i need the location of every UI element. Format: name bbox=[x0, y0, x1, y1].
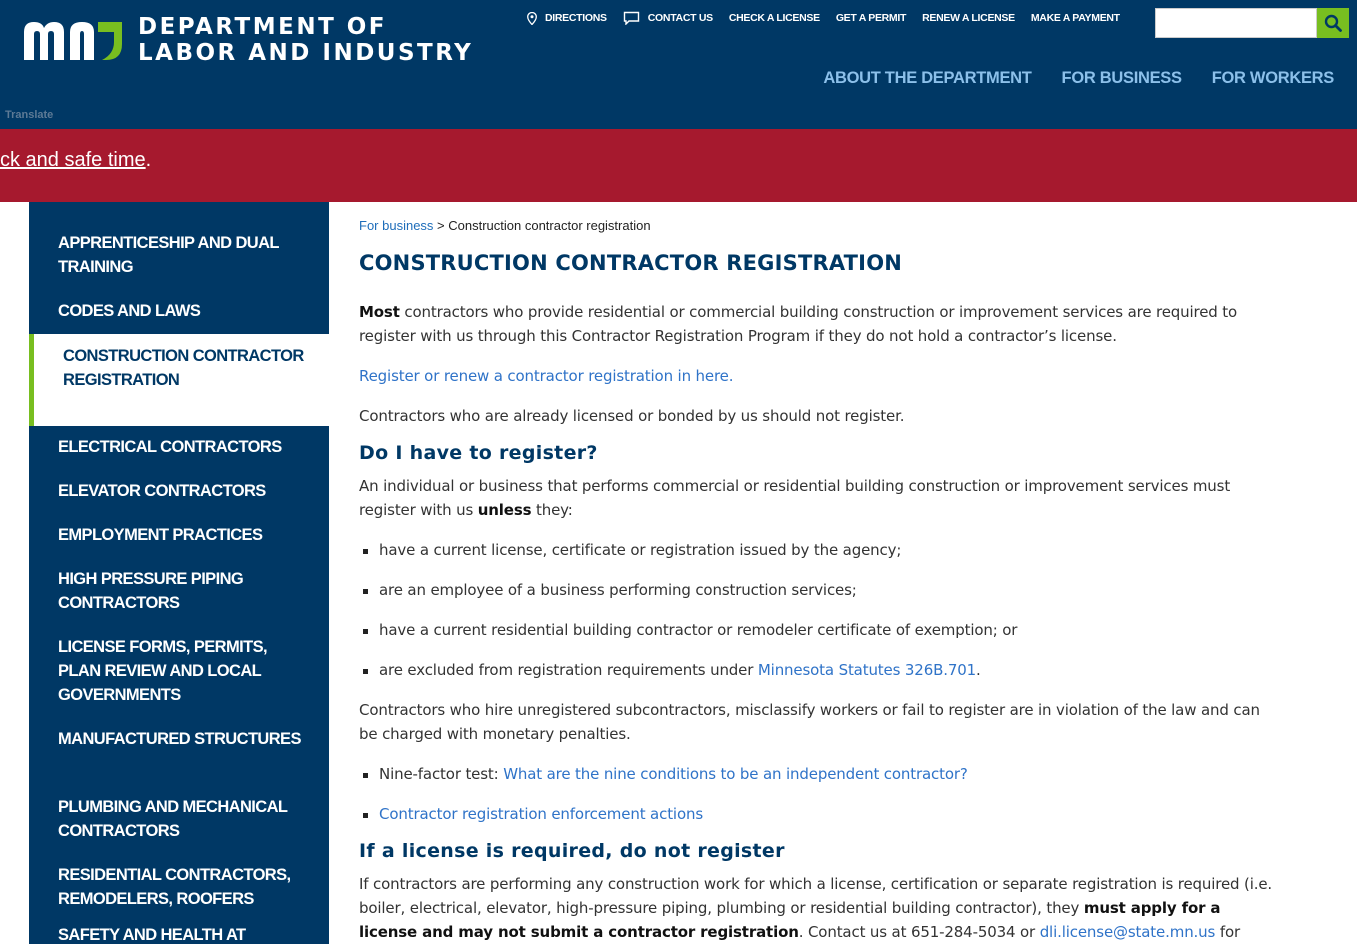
intro-bold: Most bbox=[359, 303, 400, 321]
breadcrumb: For business > Construction contractor r… bbox=[359, 218, 651, 233]
get-permit-link[interactable]: GET A PERMIT bbox=[836, 12, 907, 24]
search-input[interactable] bbox=[1155, 8, 1317, 38]
sidebar-item-elevator-contractors[interactable]: ELEVATOR CONTRACTORS bbox=[29, 479, 329, 523]
breadcrumb-separator: > bbox=[433, 218, 449, 233]
sidebar-item-safety-and-health[interactable]: SAFETY AND HEALTH AT bbox=[29, 923, 329, 944]
license-text-b: . Contact us at 651-284-5034 or bbox=[798, 923, 1040, 941]
translate-link[interactable]: Translate bbox=[5, 109, 53, 121]
list-item: have a current license, certificate or r… bbox=[362, 538, 901, 562]
alert-link[interactable]: ck and safe time bbox=[0, 149, 146, 171]
minnesota-statutes-link[interactable]: Minnesota Statutes 326B.701 bbox=[758, 661, 976, 679]
nav-about-department[interactable]: ABOUT THE DEPARTMENT bbox=[823, 69, 1031, 88]
alert-text: ck and safe time. bbox=[0, 149, 151, 172]
check-license-link[interactable]: CHECK A LICENSE bbox=[729, 12, 820, 24]
sidebar-item-employment-practices[interactable]: EMPLOYMENT PRACTICES bbox=[29, 523, 329, 567]
list-item: Contractor registration enforcement acti… bbox=[363, 802, 703, 826]
logo-text: DEPARTMENT OF LABOR AND INDUSTRY bbox=[138, 14, 473, 66]
enforcement-actions-link[interactable]: Contractor registration enforcement acti… bbox=[379, 805, 703, 823]
sidebar-nav: APPRENTICESHIP AND DUAL TRAINING CODES A… bbox=[29, 202, 329, 944]
list-item: are excluded from registration requireme… bbox=[363, 658, 981, 682]
main-nav: ABOUT THE DEPARTMENT FOR BUSINESS FOR WO… bbox=[823, 69, 1334, 88]
register-paragraph: Register or renew a contractor registrat… bbox=[359, 364, 1274, 388]
sidebar-item-electrical-contractors[interactable]: ELECTRICAL CONTRACTORS bbox=[29, 435, 329, 479]
sidebar-item-plumbing-mechanical[interactable]: PLUMBING AND MECHANICAL CONTRACTORS bbox=[29, 795, 329, 863]
b4-end: . bbox=[976, 661, 981, 679]
contact-us-label: CONTACT US bbox=[647, 12, 713, 24]
make-payment-link[interactable]: MAKE A PAYMENT bbox=[1031, 12, 1120, 24]
utility-nav: DIRECTIONS CONTACT US CHECK A LICENSE GE… bbox=[527, 11, 1136, 25]
b4-text: are excluded from registration requireme… bbox=[379, 661, 758, 679]
sidebar-item-apprenticeship[interactable]: APPRENTICESHIP AND DUAL TRAINING bbox=[29, 231, 329, 299]
logo-line-2: LABOR AND INDUSTRY bbox=[138, 40, 474, 66]
chat-bubble-icon bbox=[623, 11, 639, 25]
intro-rest: contractors who provide residential or c… bbox=[359, 303, 1238, 345]
nav-for-business[interactable]: FOR BUSINESS bbox=[1062, 69, 1182, 88]
sidebar-item-residential-contractors[interactable]: RESIDENTIAL CONTRACTORS, REMODELERS, ROO… bbox=[29, 863, 329, 923]
register-intro: An individual or business that performs … bbox=[359, 474, 1274, 522]
site-header: DEPARTMENT OF LABOR AND INDUSTRY DIRECTI… bbox=[0, 0, 1357, 129]
nav-for-workers[interactable]: FOR WORKERS bbox=[1212, 69, 1335, 88]
renew-license-link[interactable]: RENEW A LICENSE bbox=[922, 12, 1015, 24]
directions-label: DIRECTIONS bbox=[545, 12, 607, 24]
alert-suffix: . bbox=[145, 149, 152, 171]
dli-logo[interactable]: DEPARTMENT OF LABOR AND INDUSTRY bbox=[22, 14, 473, 66]
nine-factor-prefix: Nine-factor test: bbox=[379, 765, 504, 783]
breadcrumb-for-business[interactable]: For business bbox=[359, 218, 433, 233]
nine-conditions-link[interactable]: What are the nine conditions to be an in… bbox=[503, 765, 968, 783]
heading-do-i-have-to-register: Do I have to register? bbox=[359, 442, 598, 464]
contact-us-link[interactable]: CONTACT US bbox=[623, 11, 713, 25]
breadcrumb-current: Construction contractor registration bbox=[448, 218, 651, 233]
search-button[interactable] bbox=[1317, 8, 1349, 38]
list-item: are an employee of a business performing… bbox=[363, 578, 857, 602]
sidebar-item-license-forms-permits[interactable]: LICENSE FORMS, PERMITS, PLAN REVIEW AND … bbox=[29, 635, 329, 727]
mn-logo-icon bbox=[24, 22, 122, 60]
license-paragraph: If contractors are performing any constr… bbox=[359, 872, 1274, 944]
directions-link[interactable]: DIRECTIONS bbox=[527, 11, 607, 25]
alert-banner: ck and safe time. bbox=[0, 129, 1357, 202]
licensed-note: Contractors who are already licensed or … bbox=[359, 407, 905, 425]
license-email-link[interactable]: dli.license@state.mn.us bbox=[1040, 923, 1216, 941]
map-pin-icon bbox=[527, 11, 537, 25]
sidebar-item-high-pressure-piping[interactable]: HIGH PRESSURE PIPING CONTRACTORS bbox=[29, 567, 329, 635]
sidebar-item-codes-and-laws[interactable]: CODES AND LAWS bbox=[29, 299, 329, 334]
register-intro-b: they: bbox=[531, 501, 573, 519]
register-renew-link[interactable]: Register or renew a contractor registrat… bbox=[359, 367, 734, 385]
violation-paragraph: Contractors who hire unregistered subcon… bbox=[359, 701, 1260, 743]
sidebar-item-manufactured-structures[interactable]: MANUFACTURED STRUCTURES bbox=[29, 727, 329, 795]
list-item: have a current residential building cont… bbox=[362, 618, 1017, 642]
list-item: Nine-factor test: What are the nine cond… bbox=[363, 762, 968, 786]
register-intro-bold: unless bbox=[477, 501, 532, 519]
search-icon bbox=[1324, 14, 1342, 32]
intro-paragraph: Most contractors who provide residential… bbox=[359, 300, 1274, 348]
page-title: CONSTRUCTION CONTRACTOR REGISTRATION bbox=[359, 251, 903, 275]
sidebar-item-construction-contractor-registration[interactable]: CONSTRUCTION CONTRACTOR REGISTRATION bbox=[29, 334, 329, 426]
logo-line-1: DEPARTMENT OF bbox=[138, 14, 388, 40]
heading-license-required: If a license is required, do not registe… bbox=[359, 840, 785, 862]
